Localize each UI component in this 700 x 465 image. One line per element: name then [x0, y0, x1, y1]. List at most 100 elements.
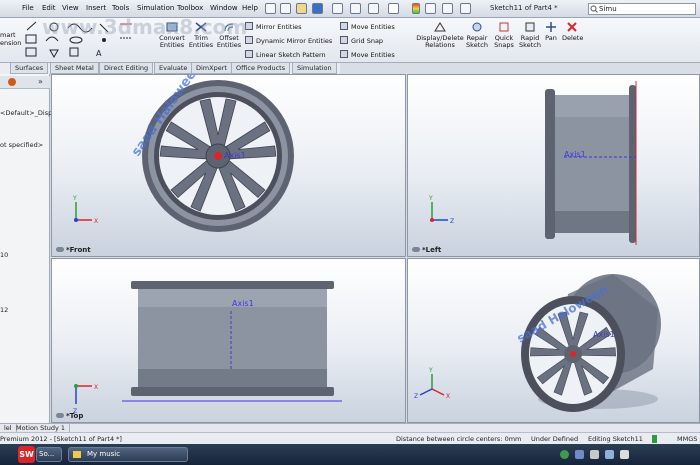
network-icon[interactable]	[605, 450, 614, 459]
svg-text:Y: Y	[428, 195, 433, 202]
command-manager: mart ension A Convert Entities Trim Enti…	[0, 18, 700, 63]
svg-text:X: X	[446, 393, 450, 400]
menu-file[interactable]: File	[22, 4, 34, 12]
offset-entities-icon	[222, 21, 236, 33]
solidworks-app-icon[interactable]: SW	[18, 446, 35, 463]
grid-snap-button[interactable]: Grid Snap	[340, 36, 383, 45]
tray-icon-3[interactable]	[590, 450, 599, 459]
taskbar-app-button[interactable]: So...	[36, 447, 62, 462]
dynamic-mirror-button[interactable]: Dynamic Mirror Entities	[245, 36, 332, 45]
smart-dimension-label-1[interactable]: mart	[0, 31, 16, 39]
status-bar: Premium 2012 - [Sketch11 of Part4 *] Dis…	[0, 432, 700, 444]
pin-icon[interactable]	[265, 3, 276, 14]
move-entities-button-1[interactable]: Move Entities	[340, 22, 395, 31]
panel-header: »	[0, 76, 50, 89]
convert-entities-button[interactable]: Convert Entities	[158, 21, 186, 49]
sketch-tools-icons[interactable]: A	[24, 20, 154, 60]
select-cursor-icon[interactable]	[388, 3, 399, 14]
menu-view[interactable]: View	[62, 4, 79, 12]
undo-icon[interactable]	[350, 3, 361, 14]
smart-dimension-label-2[interactable]: ension	[0, 39, 21, 47]
tab-simulation[interactable]: Simulation	[292, 63, 337, 74]
tab-direct-editing[interactable]: Direct Editing	[99, 63, 154, 74]
move-label-2: Move Entities	[351, 51, 395, 59]
quick-snaps-label: Quick Snaps	[494, 34, 514, 49]
convert-entities-label: Convert Entities	[159, 34, 185, 49]
taskbar: SW So... My music	[0, 444, 700, 465]
iso-axis-label: Axis1	[593, 330, 615, 339]
trim-entities-button[interactable]: Trim Entities	[188, 21, 214, 49]
mirror-entities-button[interactable]: Mirror Entities	[245, 22, 302, 31]
quick-snaps-button[interactable]: Quick Snaps	[492, 21, 516, 49]
taskbar-music-label: My music	[87, 450, 121, 458]
open-folder-icon[interactable]	[296, 3, 307, 14]
view-eye-icon	[56, 247, 64, 252]
isometric-viewport[interactable]: Axis1 saad Haloween X Z Y	[407, 258, 700, 423]
taskbar-music-button[interactable]: My music	[68, 447, 188, 462]
offset-entities-button[interactable]: Offset Entities	[216, 21, 242, 49]
repair-sketch-button[interactable]: Repair Sketch	[464, 21, 490, 49]
tray-icon-1[interactable]	[560, 450, 569, 459]
linear-pattern-button[interactable]: Linear Sketch Pattern	[245, 50, 326, 59]
material-text[interactable]: ot specified>	[0, 141, 43, 149]
front-viewport[interactable]: Axis1 saad Haloween X Y *Front	[51, 74, 406, 257]
delete-label: Delete	[562, 34, 584, 42]
front-view-text: *Front	[66, 246, 91, 254]
tab-surfaces[interactable]: Surfaces	[10, 63, 49, 74]
rebuild-status-icon[interactable]	[652, 435, 657, 443]
menu-window[interactable]: Window	[210, 4, 238, 12]
tab-dimxpert[interactable]: DimXpert	[191, 63, 232, 74]
menu-tools[interactable]: Tools	[112, 4, 129, 12]
linear-pattern-label: Linear Sketch Pattern	[256, 51, 326, 59]
top-viewport[interactable]: Axis1 X Z *Top	[51, 258, 406, 423]
new-document-icon[interactable]	[280, 3, 291, 14]
search-input[interactable]: Simu	[588, 3, 696, 15]
options-icon[interactable]	[460, 3, 471, 14]
file-properties-icon[interactable]	[442, 3, 453, 14]
move-icon	[340, 22, 348, 30]
rapid-sketch-button[interactable]: Rapid Sketch	[518, 21, 542, 49]
display-delete-relations-button[interactable]: Display/Delete Relations	[416, 21, 464, 49]
config-text[interactable]: <Default>_Disp	[0, 109, 52, 117]
expand-chevron-icon[interactable]: »	[38, 77, 43, 86]
left-view-label: *Left	[412, 246, 441, 254]
move-entities-button-2[interactable]: Move Entities	[340, 50, 395, 59]
tray-icon-2[interactable]	[575, 450, 584, 459]
triad-icon-top: X Z	[73, 384, 98, 415]
traffic-light-icon[interactable]	[412, 3, 420, 14]
pan-button[interactable]: Pan	[542, 21, 560, 42]
move-label-1: Move Entities	[351, 23, 395, 31]
triad-icon: X Y	[72, 195, 98, 225]
menu-help[interactable]: Help	[242, 4, 258, 12]
relations-icon	[433, 21, 447, 33]
print-icon[interactable]	[332, 3, 343, 14]
menu-simulation[interactable]: Simulation	[137, 4, 174, 12]
grid-icon	[340, 36, 348, 44]
appearance-icon[interactable]	[8, 78, 16, 86]
front-wheel-drawing: Axis1 saad Haloween X Y	[72, 75, 294, 232]
rebuild-icon[interactable]	[425, 3, 436, 14]
left-viewport[interactable]: Axis1 Z Y *Left	[407, 74, 700, 257]
delete-button[interactable]: Delete	[562, 21, 584, 42]
bottom-tabs: lel Motion Study 1	[0, 423, 700, 433]
delete-icon	[565, 21, 579, 33]
move-icon-2	[340, 50, 348, 58]
status-units[interactable]: MMGS	[677, 435, 697, 443]
top-view-text: *Top	[66, 412, 84, 420]
trim-entities-label: Trim Entities	[188, 34, 214, 49]
rapid-sketch-icon	[523, 21, 537, 33]
volume-icon[interactable]	[620, 450, 629, 459]
redo-icon[interactable]	[368, 3, 379, 14]
tab-evaluate[interactable]: Evaluate	[154, 63, 193, 74]
menu-edit[interactable]: Edit	[42, 4, 56, 12]
view-eye-icon-left	[412, 247, 420, 252]
tab-sheet-metal[interactable]: Sheet Metal	[50, 63, 99, 74]
left-view-text: *Left	[422, 246, 442, 254]
menu-insert[interactable]: Insert	[86, 4, 106, 12]
save-icon[interactable]	[312, 3, 323, 14]
view-eye-icon-top	[56, 413, 64, 418]
tree-number-1: 10	[0, 251, 9, 259]
tab-office-products[interactable]: Office Products	[231, 63, 291, 74]
menu-toolbox[interactable]: Toolbox	[177, 4, 203, 12]
svg-text:A: A	[96, 49, 102, 58]
